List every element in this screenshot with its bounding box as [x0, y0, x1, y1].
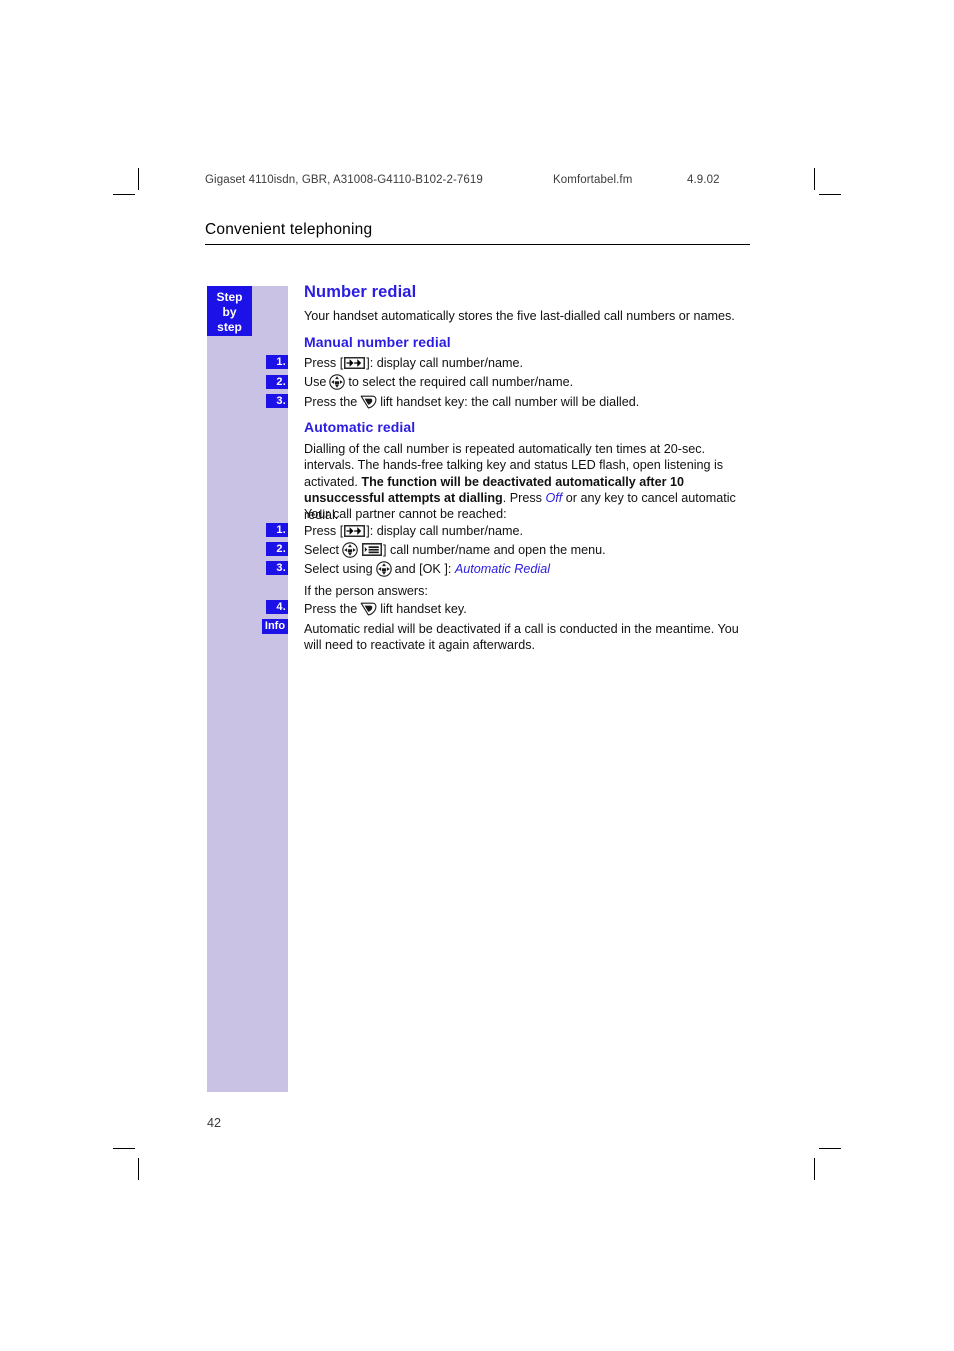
automatic-paragraph-tail-a: . Press [502, 491, 546, 506]
info-badge: Info [262, 619, 288, 634]
header-date: 4.9.02 [687, 174, 720, 186]
automatic-step-3-text-a: Select using [304, 562, 373, 576]
automatic-step-4-text-a: Press the [304, 602, 358, 616]
lift-handset-key-icon [360, 602, 377, 616]
step-badge-manual-3: 3. [266, 394, 288, 408]
step-by-step-label: Step by step [207, 286, 252, 336]
automatic-step-4: Press the lift handset key. [304, 601, 754, 617]
heading-manual-number-redial: Manual number redial [304, 334, 451, 350]
crop-mark-bottom-right-horizontal [819, 1148, 841, 1149]
automatic-step-2-text-b: ] [383, 543, 387, 557]
crop-mark-top-left-horizontal [113, 194, 135, 195]
step-by-step-line-2: by [222, 305, 237, 319]
chapter-title: Convenient telephoning [205, 221, 373, 238]
person-answers-lead-in: If the person answers: [304, 584, 428, 598]
step-badge-manual-2: 2. [266, 375, 288, 389]
intro-paragraph: Your handset automatically stores the fi… [304, 309, 735, 323]
step-by-step-line-3: step [217, 320, 242, 334]
chapter-title-rule [205, 244, 750, 246]
manual-step-3-text-b: lift handset key: the call number will b… [380, 395, 640, 409]
manual-step-1-text-a: Press [ [304, 356, 344, 370]
manual-step-2: Use to select the required call number/na… [304, 374, 754, 390]
step-badge-auto-3: 3. [266, 561, 288, 575]
crop-mark-top-left-vertical [138, 168, 139, 190]
step-badge-auto-1: 1. [266, 523, 288, 537]
menu-key-icon [362, 543, 383, 556]
manual-step-1-text-b: ]: display call number/name. [366, 356, 523, 370]
header-file-name: Komfortabel.fm [553, 174, 633, 186]
lift-handset-key-icon [360, 395, 377, 409]
step-by-step-line-1: Step [216, 290, 243, 304]
step-badge-auto-2: 2. [266, 542, 288, 556]
manual-step-2-text-b: to select the required call number/name. [348, 375, 574, 389]
automatic-step-2: Select] call number/name and open the me… [304, 542, 754, 558]
automatic-step-2-text-a: Select [304, 543, 340, 557]
step-badge-manual-1: 1. [266, 355, 288, 369]
automatic-step-1: Press [ ]: display call number/name. [304, 523, 754, 539]
redial-key-icon [344, 525, 366, 537]
navigation-key-icon [342, 542, 358, 558]
step-badge-auto-4: 4. [266, 600, 288, 614]
header-document-id: Gigaset 4110isdn, GBR, A31008-G4110-B102… [205, 174, 483, 186]
automatic-step-2-text-c: call number/name and open the menu. [390, 543, 606, 557]
crop-mark-top-right-horizontal [819, 194, 841, 195]
redial-key-icon [344, 357, 366, 369]
automatic-step-1-text-a: Press [ [304, 524, 344, 538]
automatic-redial-menu-item: Automatic Redial [454, 562, 551, 576]
info-paragraph: Automatic redial will be deactivated if … [304, 622, 739, 653]
automatic-step-3-text-b: and [OK ]: [394, 562, 452, 576]
manual-step-3: Press the lift handset key: the call numb… [304, 394, 754, 410]
crop-mark-bottom-left-horizontal [113, 1148, 135, 1149]
page-number: 42 [207, 1116, 222, 1130]
manual-step-2-text-a: Use [304, 375, 327, 389]
heading-automatic-redial: Automatic redial [304, 419, 416, 435]
navigation-key-icon [375, 561, 392, 577]
navigation-key-icon [329, 374, 346, 390]
crop-mark-top-right-vertical [814, 168, 815, 190]
off-softkey-label: Off [545, 491, 563, 506]
crop-mark-bottom-right-vertical [814, 1158, 815, 1180]
crop-mark-bottom-left-vertical [138, 1158, 139, 1180]
heading-number-redial: Number redial [304, 283, 417, 301]
automatic-step-3: Select using and [OK ]: Automatic Redial [304, 561, 754, 577]
manual-step-1: Press [ ]: display call number/name. [304, 355, 754, 371]
unreachable-lead-in: Your call partner cannot be reached: [304, 507, 507, 521]
automatic-step-4-text-b: lift handset key. [380, 602, 467, 616]
manual-step-3-text-a: Press the [304, 395, 358, 409]
automatic-step-1-text-b: ]: display call number/name. [366, 524, 523, 538]
